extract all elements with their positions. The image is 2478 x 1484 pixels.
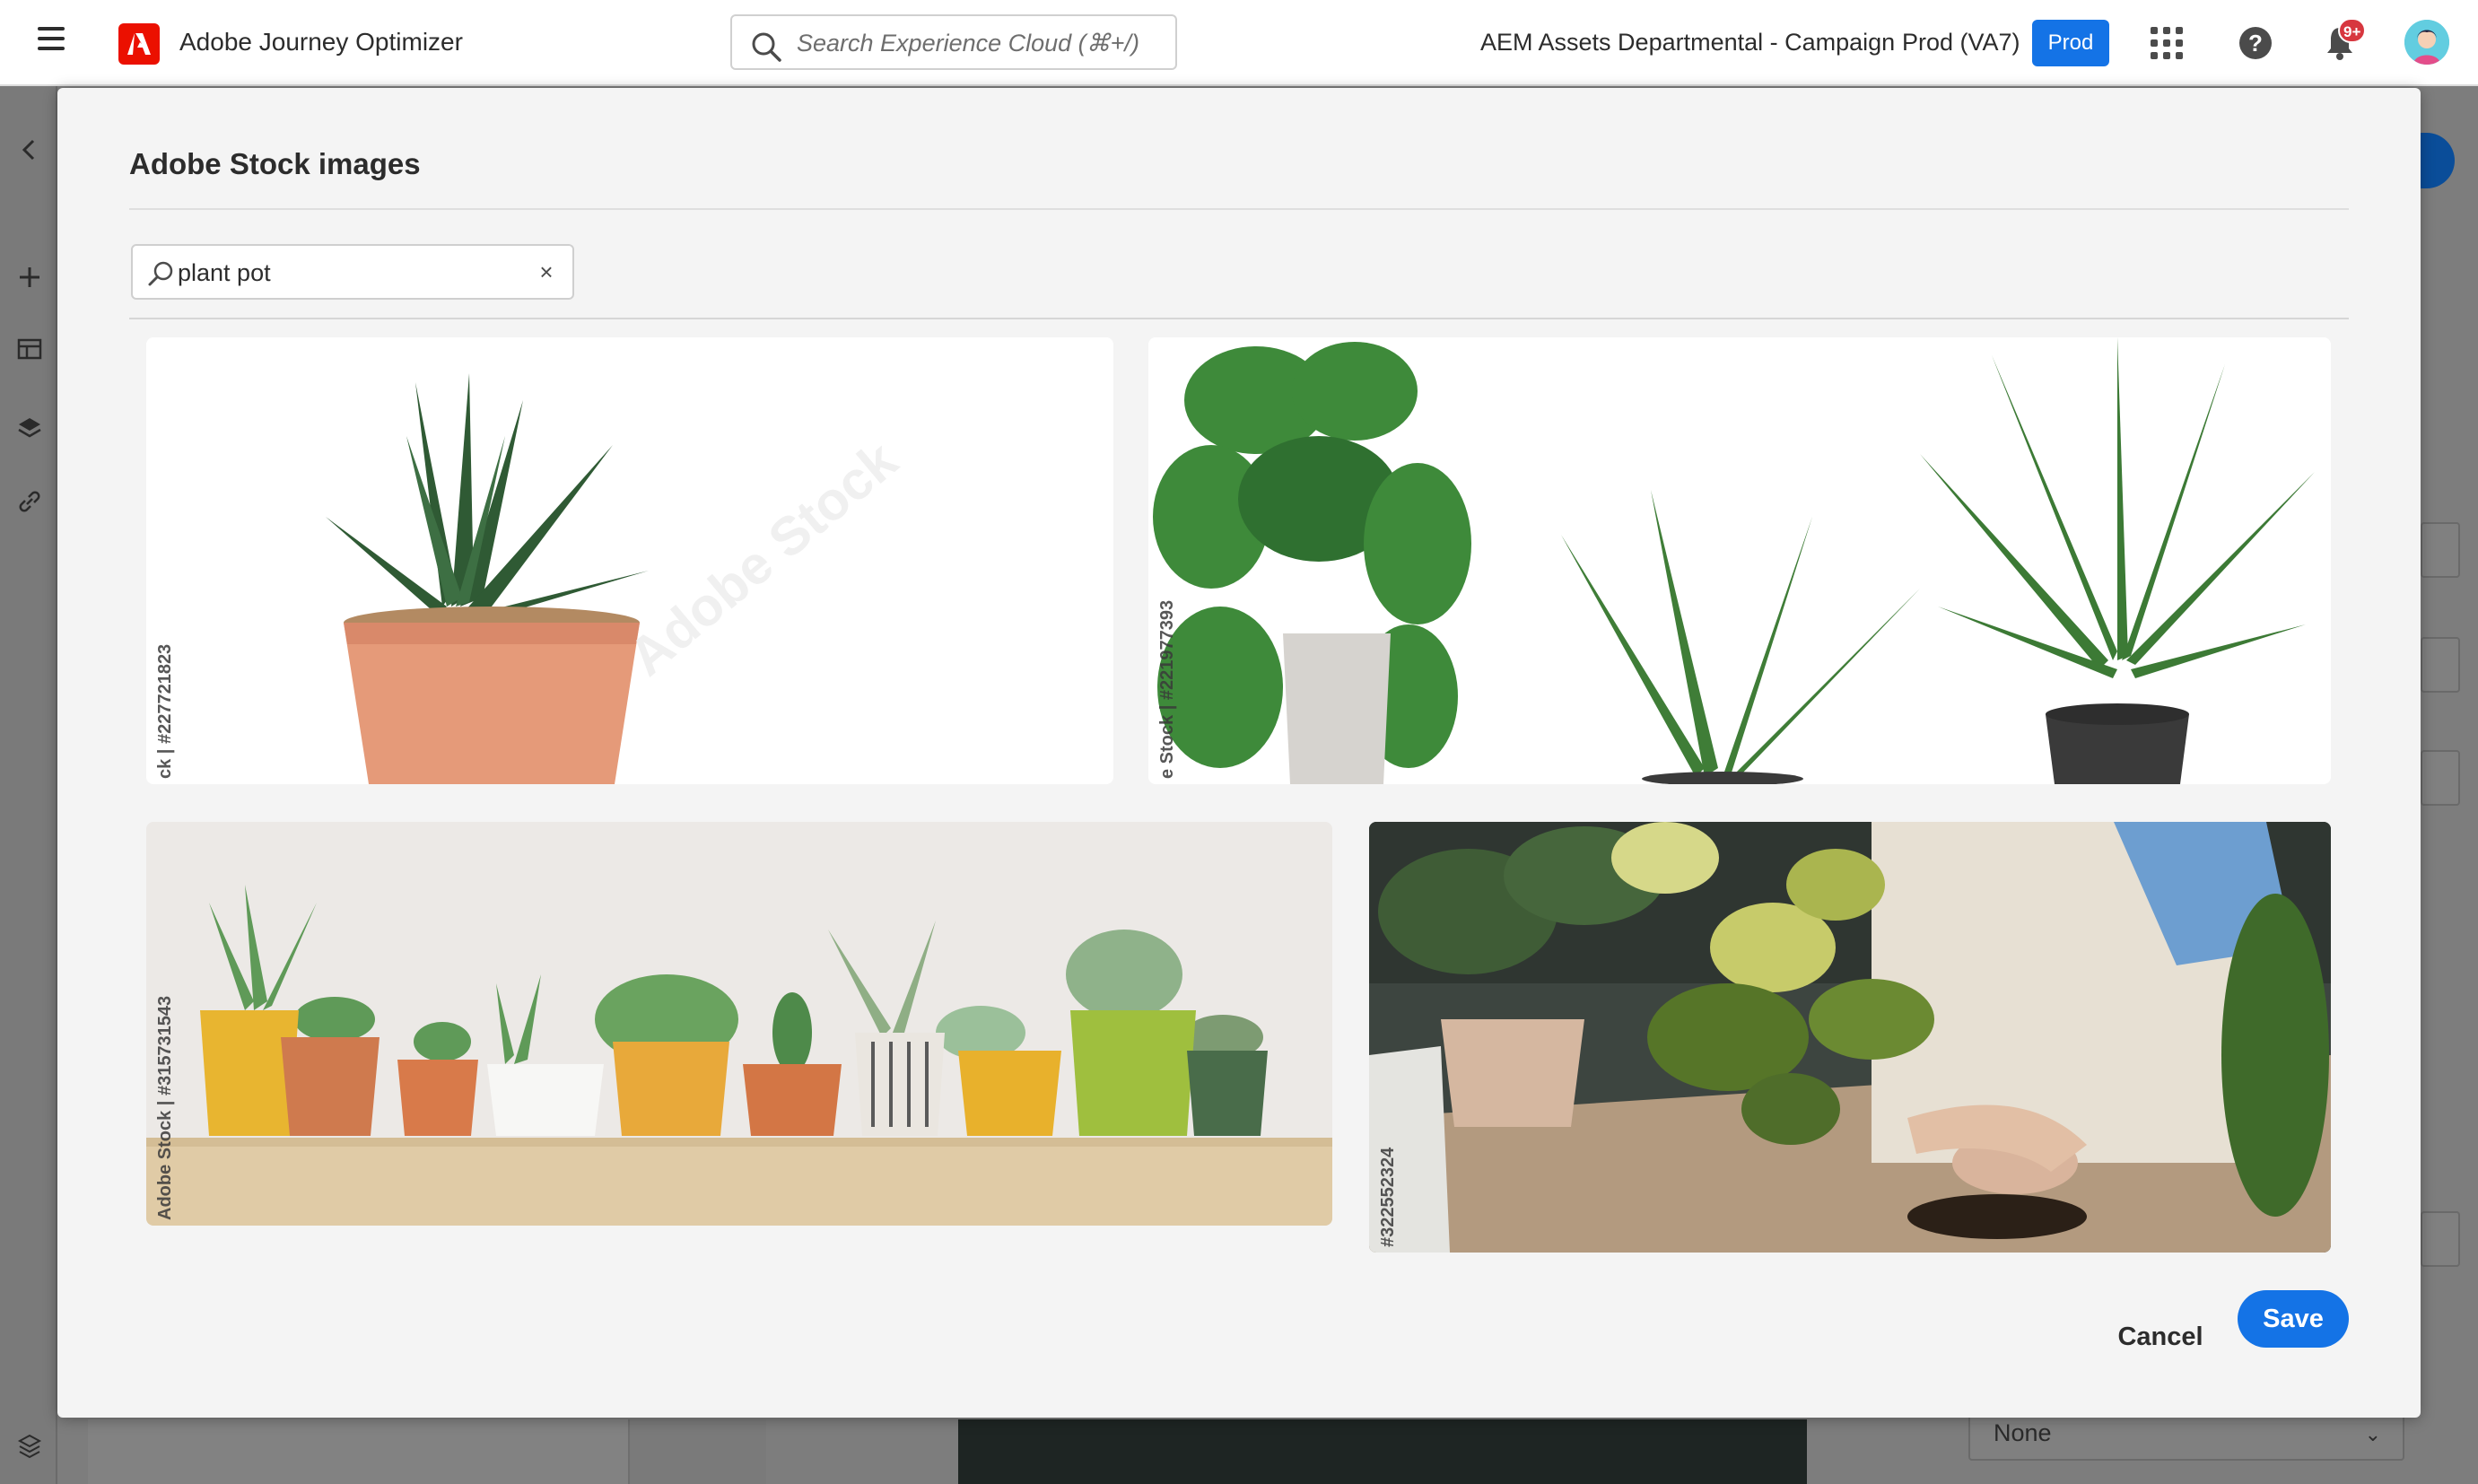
- repotting-plant-image: [1369, 822, 2331, 1253]
- background-field: [2421, 522, 2460, 578]
- succulent-row-image: [146, 822, 1332, 1226]
- layers-stack-icon: [17, 1434, 42, 1459]
- assorted-houseplants-image: [1148, 337, 2331, 784]
- divider: [129, 208, 2349, 210]
- stock-search-input[interactable]: [178, 255, 519, 291]
- adobe-stock-dialog: Adobe Stock images × Ad: [57, 88, 2421, 1418]
- cancel-button[interactable]: Cancel: [2099, 1310, 2221, 1364]
- background-image-preview: [958, 1419, 1807, 1484]
- user-avatar[interactable]: [2404, 20, 2449, 65]
- app-switcher-icon[interactable]: [2151, 27, 2183, 59]
- search-icon: [148, 261, 173, 286]
- shell-header: Adobe Journey Optimizer Search Experienc…: [0, 0, 2478, 86]
- notification-count-badge: 9+: [2338, 18, 2367, 43]
- global-search-input[interactable]: Search Experience Cloud (⌘+/): [730, 14, 1177, 70]
- stock-image-tile[interactable]: #322552324: [1369, 822, 2331, 1253]
- stock-id-watermark: #322552324: [1378, 1147, 1398, 1247]
- left-rail: [0, 86, 57, 1484]
- dialog-title: Adobe Stock images: [129, 147, 421, 180]
- add-icon: [20, 267, 39, 287]
- background-panel: [88, 1419, 630, 1484]
- background-field: [2421, 637, 2460, 693]
- stock-image-tile[interactable]: e Stock | #221977393: [1148, 337, 2331, 784]
- stock-image-tile[interactable]: Adobe Stock ck | #227721823: [146, 337, 1113, 784]
- chevron-down-icon: ⌄: [2364, 1423, 2381, 1445]
- stock-id-watermark: Adobe Stock | #315731543: [155, 995, 175, 1220]
- layers-icon: [18, 418, 41, 438]
- aloe-plant-image: Adobe Stock: [146, 337, 1113, 784]
- divider: [129, 318, 2349, 319]
- background-field: [2421, 750, 2460, 806]
- search-icon: [752, 32, 781, 62]
- save-button[interactable]: Save: [2238, 1290, 2349, 1348]
- background-dropdown-value: None: [1994, 1419, 2052, 1446]
- background-panel: [630, 1419, 766, 1484]
- sandbox-switcher[interactable]: Prod (VA7): [1902, 29, 2020, 57]
- org-switcher[interactable]: AEM Assets Departmental - Campaign: [1480, 29, 1895, 57]
- link-icon: [19, 491, 40, 512]
- clear-search-icon[interactable]: ×: [533, 258, 560, 285]
- environment-badge: Prod: [2032, 20, 2109, 66]
- stock-image-tile[interactable]: Adobe Stock | #315731543: [146, 822, 1332, 1226]
- app-title[interactable]: Adobe Journey Optimizer: [179, 28, 463, 57]
- layout-icon: [17, 338, 42, 360]
- help-icon[interactable]: ?: [2239, 27, 2272, 59]
- adobe-logo-icon[interactable]: [118, 23, 160, 65]
- back-icon: [22, 139, 35, 161]
- background-field: [2421, 1211, 2460, 1267]
- stock-id-watermark: e Stock | #221977393: [1157, 599, 1177, 779]
- global-search-placeholder: Search Experience Cloud (⌘+/): [797, 30, 1139, 57]
- hamburger-menu-icon[interactable]: [38, 27, 65, 57]
- stock-id-watermark: ck | #227721823: [155, 643, 175, 779]
- stock-search-field[interactable]: ×: [131, 244, 574, 300]
